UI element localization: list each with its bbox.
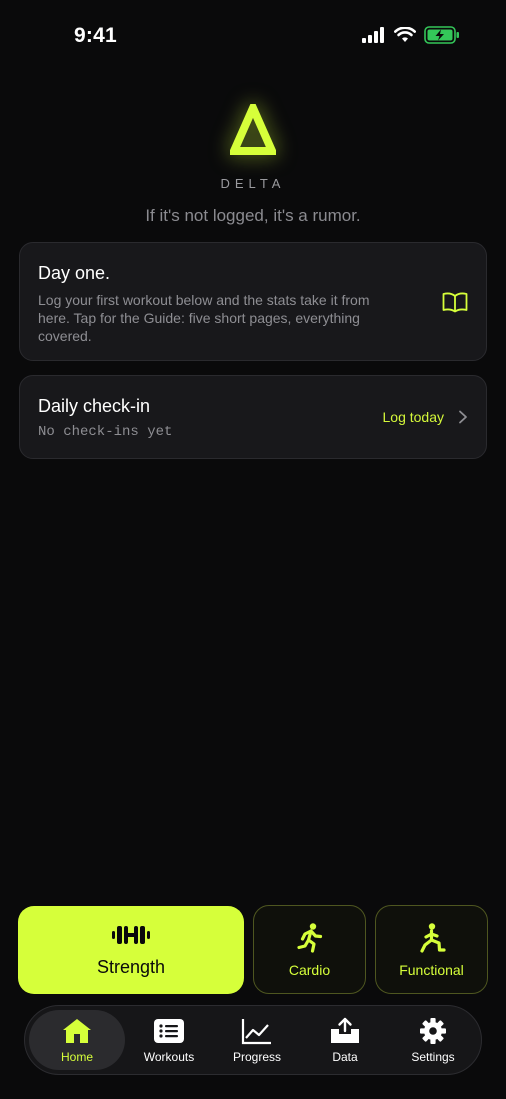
running-icon <box>296 922 322 953</box>
chart-icon <box>241 1018 271 1044</box>
functional-button[interactable]: Functional <box>375 905 488 994</box>
day-one-title: Day one. <box>38 263 111 283</box>
strength-label: Strength <box>96 956 166 977</box>
battery-charging-icon <box>424 26 459 44</box>
strength-button[interactable]: Strength <box>18 906 244 994</box>
daily-checkin-card[interactable]: Daily check-in No check-ins yet Log toda… <box>19 375 487 459</box>
status-time: 9:41 <box>74 24 117 47</box>
tab-home[interactable]: Home <box>29 1010 125 1070</box>
tab-data[interactable]: Data <box>301 1010 389 1070</box>
status-bar: 9:41 <box>0 0 506 74</box>
list-icon <box>154 1018 184 1043</box>
tab-workouts-label: Workouts <box>143 1049 195 1064</box>
tab-home-label: Home <box>60 1049 93 1064</box>
tab-progress[interactable]: Progress <box>213 1010 301 1070</box>
tagline: If it's not logged, it's a rumor. <box>145 206 361 225</box>
tab-progress-label: Progress <box>232 1049 282 1064</box>
book-icon <box>442 292 468 313</box>
cardio-button[interactable]: Cardio <box>253 905 366 994</box>
brand-name: DELTA <box>220 176 286 191</box>
cardio-label: Cardio <box>288 961 331 978</box>
checkin-title: Daily check-in <box>38 396 151 416</box>
chevron-right-icon <box>459 410 467 424</box>
tab-settings-label: Settings <box>411 1049 455 1064</box>
gear-icon <box>420 1017 446 1044</box>
status-icons <box>362 26 460 44</box>
checkin-status: No check-ins yet <box>38 424 173 440</box>
log-today-link[interactable]: Log today <box>383 409 445 425</box>
upload-tray-icon <box>331 1017 359 1043</box>
wifi-icon <box>394 27 416 42</box>
tab-data-label: Data <box>332 1049 358 1064</box>
functional-label: Functional <box>399 961 464 978</box>
logo <box>0 104 506 156</box>
tab-bar: Home Workouts Progress Data Settings <box>24 1005 482 1075</box>
signal-icon <box>362 27 384 43</box>
lunge-icon <box>419 922 446 953</box>
day-one-body: Log your first workout below and the sta… <box>38 292 370 344</box>
tab-workouts[interactable]: Workouts <box>125 1010 213 1070</box>
delta-logo-icon <box>230 104 276 155</box>
home-icon <box>63 1018 91 1043</box>
tab-settings[interactable]: Settings <box>389 1010 477 1070</box>
day-one-card[interactable]: Day one. Log your first workout below an… <box>19 242 487 361</box>
dumbbell-icon <box>112 925 150 944</box>
